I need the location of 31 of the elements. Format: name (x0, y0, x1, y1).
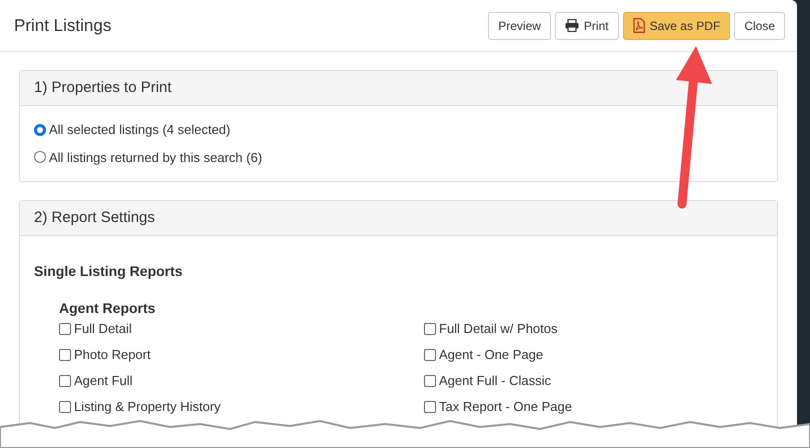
option-label: Agent Full (74, 372, 133, 390)
checkbox[interactable] (424, 401, 436, 413)
panel-heading: 2) Report Settings (20, 201, 777, 236)
dialog-title: Print Listings (14, 14, 112, 37)
dialog-button[interactable]: Close (734, 12, 785, 40)
option-label: Agent - One Page (439, 346, 544, 364)
dialog-button[interactable]: Preview (488, 12, 551, 40)
option-label: Tax Report - One Page (439, 398, 572, 416)
option-label: All selected listings (4 selected) (49, 121, 230, 139)
option-label: Listing & Property History (74, 398, 221, 416)
radio-button[interactable] (34, 124, 46, 136)
printer-icon (564, 19, 579, 32)
checkbox[interactable] (424, 375, 436, 387)
panel-heading: 1) Properties to Print (20, 71, 777, 106)
checkbox[interactable] (424, 349, 436, 361)
checkbox[interactable] (59, 401, 71, 413)
checkbox[interactable] (59, 375, 71, 387)
option-label: Full Detail w/ Photos (439, 320, 558, 338)
print-button[interactable]: Print (554, 12, 619, 40)
option-label: All listings returned by this search (6) (49, 148, 262, 167)
group-heading: Agent Reports (59, 299, 156, 318)
pdf-file-icon (632, 18, 645, 33)
checkbox[interactable] (424, 323, 436, 335)
section-heading: Single Listing Reports (34, 262, 184, 281)
checkbox[interactable] (59, 323, 71, 335)
save-pdf-button[interactable]: Save as PDF (622, 12, 730, 40)
option-label: Photo Report (74, 346, 151, 364)
checkbox[interactable] (59, 349, 71, 361)
radio-button[interactable] (34, 151, 46, 164)
option-label: Full Detail (74, 320, 132, 338)
option-label: Agent Full - Classic (439, 372, 551, 390)
